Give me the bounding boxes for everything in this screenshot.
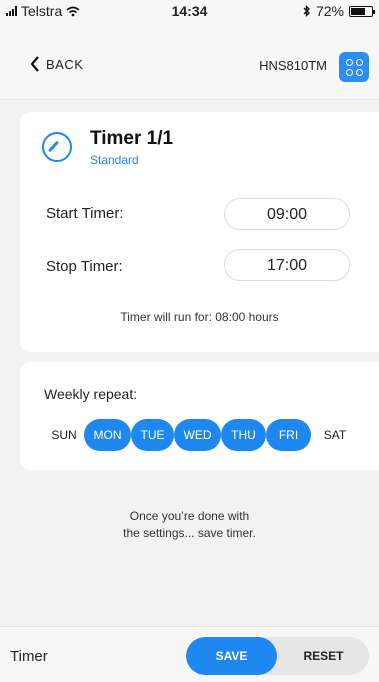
timer-subtitle: Standard bbox=[90, 153, 139, 167]
timer-icon bbox=[42, 132, 72, 162]
day-mon[interactable]: MON bbox=[84, 419, 131, 451]
runtime-text: Timer will run for: 08:00 hours bbox=[120, 310, 279, 324]
day-tue[interactable]: TUE bbox=[131, 419, 174, 451]
back-button[interactable]: BACK bbox=[30, 56, 83, 72]
battery-percent: 72% bbox=[315, 3, 344, 19]
day-fri[interactable]: FRI bbox=[266, 419, 311, 451]
weekly-repeat-label: Weekly repeat: bbox=[44, 386, 138, 402]
timer-title: Timer 1/1 bbox=[90, 128, 174, 149]
save-hint: Once you’re done with the settings... sa… bbox=[0, 508, 379, 542]
start-timer-label: Start Timer: bbox=[46, 205, 124, 222]
footer-bar: Timer SAVE RESET bbox=[0, 626, 379, 682]
stop-timer-label: Stop Timer: bbox=[46, 258, 123, 275]
bluetooth-icon bbox=[303, 5, 310, 17]
navigation-bar: BACK HNS810TM bbox=[0, 22, 379, 100]
timer-card: Timer 1/1 Standard Start Timer: 09:00 St… bbox=[20, 112, 379, 352]
day-wed[interactable]: WED bbox=[174, 419, 221, 451]
reset-button[interactable]: RESET bbox=[278, 637, 369, 675]
start-time-field[interactable]: 09:00 bbox=[224, 198, 350, 230]
day-sun[interactable]: SUN bbox=[50, 419, 78, 451]
status-bar: Telstra 14:34 72% bbox=[0, 0, 379, 22]
battery-fill bbox=[351, 7, 366, 15]
day-sat[interactable]: SAT bbox=[318, 419, 352, 451]
day-selector: SUN MON TUE WED THU FRI SAT bbox=[50, 419, 360, 451]
save-button[interactable]: SAVE bbox=[186, 637, 277, 675]
action-button-group: SAVE RESET bbox=[186, 637, 369, 675]
weekly-repeat-card: Weekly repeat: SUN MON TUE WED THU FRI S… bbox=[20, 362, 379, 470]
status-right: 72% bbox=[303, 3, 375, 19]
stop-time-field[interactable]: 17:00 bbox=[224, 249, 350, 281]
hint-line-1: Once you’re done with bbox=[129, 509, 250, 523]
back-label: BACK bbox=[46, 56, 84, 72]
day-thu[interactable]: THU bbox=[221, 419, 266, 451]
hint-line-2: the settings... save timer. bbox=[123, 526, 256, 540]
chevron-left-icon bbox=[30, 56, 39, 72]
battery-icon bbox=[349, 5, 375, 17]
footer-label: Timer bbox=[10, 648, 48, 665]
device-model: HNS810TM bbox=[259, 58, 327, 73]
device-grid-icon[interactable] bbox=[339, 52, 369, 82]
